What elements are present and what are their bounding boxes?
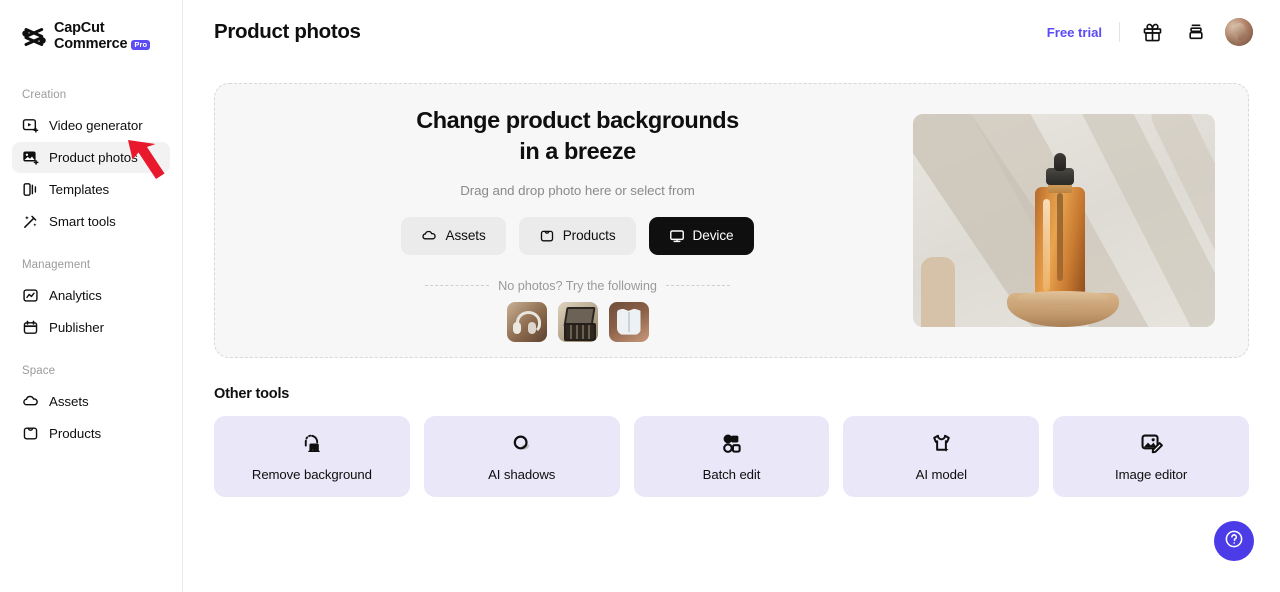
hero-heading: Change product backgrounds in a breeze xyxy=(416,107,739,164)
nav-group-label-management: Management xyxy=(22,259,91,272)
source-buttons: Assets Products Device xyxy=(401,216,754,255)
pro-badge: Pro xyxy=(131,40,151,51)
assets-source-button[interactable]: Assets xyxy=(401,216,506,255)
tool-label: AI model xyxy=(915,467,967,482)
dropzone-right xyxy=(913,114,1215,327)
other-tools-grid: Remove background AI shadows Batch edit … xyxy=(214,416,1249,497)
gift-icon[interactable] xyxy=(1137,17,1167,47)
sidebar-item-templates[interactable]: Templates xyxy=(12,174,170,205)
tool-ai-model[interactable]: AI model xyxy=(843,416,1040,497)
sidebar-item-label: Templates xyxy=(49,182,110,198)
nav-group-space: Space Assets Products xyxy=(0,365,182,449)
capcut-logo-icon xyxy=(22,26,47,48)
bag-icon xyxy=(539,228,555,244)
products-source-button[interactable]: Products xyxy=(518,216,636,255)
avatar[interactable] xyxy=(1225,18,1253,46)
upload-dropzone[interactable]: Change product backgrounds in a breeze D… xyxy=(214,83,1249,358)
tool-remove-background[interactable]: Remove background xyxy=(214,416,410,497)
source-button-label: Device xyxy=(692,228,734,244)
nav-group-label-space: Space xyxy=(22,365,56,378)
monitor-icon xyxy=(669,228,685,244)
templates-icon xyxy=(22,181,39,198)
remove-background-icon xyxy=(299,431,324,456)
image-editor-icon xyxy=(1139,431,1164,456)
analytics-icon xyxy=(22,287,39,304)
sidebar-item-assets[interactable]: Assets xyxy=(12,386,170,417)
publisher-icon xyxy=(22,319,39,336)
sidebar-item-label: Product photos xyxy=(49,150,138,166)
dash-right xyxy=(665,285,730,287)
source-button-label: Assets xyxy=(445,228,486,244)
sidebar-item-label: Analytics xyxy=(49,288,102,304)
headphones-sample[interactable] xyxy=(506,301,547,342)
ai-shadows-icon xyxy=(509,431,534,456)
topbar-divider xyxy=(1119,22,1120,42)
other-tools-title: Other tools xyxy=(214,386,290,402)
sidebar-item-label: Products xyxy=(49,426,102,442)
brand-line-2: Commerce xyxy=(54,35,128,52)
tool-image-editor[interactable]: Image editor xyxy=(1053,416,1249,497)
sidebar-item-label: Assets xyxy=(49,394,89,410)
ai-model-icon xyxy=(929,431,954,456)
sample-thumbnails xyxy=(506,301,649,342)
sidebar-item-label: Video generator xyxy=(49,118,143,134)
dropzone-left: Change product backgrounds in a breeze D… xyxy=(248,99,913,342)
amber-dropper-bottle-photo xyxy=(913,114,1215,327)
sidebar: CapCut Commerce Pro Creation Video gener… xyxy=(0,0,183,592)
topbar-actions: Free trial xyxy=(1047,17,1253,47)
batch-edit-icon xyxy=(719,431,744,456)
product-photos-icon xyxy=(22,149,39,166)
dash-left xyxy=(425,285,490,287)
brand-logo[interactable]: CapCut Commerce Pro xyxy=(0,0,182,52)
inbox-icon[interactable] xyxy=(1181,17,1211,47)
nav-group-creation: Creation Video generator Product photos … xyxy=(0,89,182,237)
makeup-palette-sample[interactable] xyxy=(557,301,598,342)
sidebar-nav: Creation Video generator Product photos … xyxy=(0,89,182,449)
cloud-icon xyxy=(421,228,437,244)
device-source-button[interactable]: Device xyxy=(648,216,754,255)
cloud-assets-icon xyxy=(22,393,39,410)
brand-line-1: CapCut xyxy=(54,20,105,36)
main-area: Product photos Free trial Change product… xyxy=(183,0,1280,592)
white-shirt-sample[interactable] xyxy=(608,301,649,342)
page-title: Product photos xyxy=(214,20,361,43)
smart-tools-icon xyxy=(22,213,39,230)
sidebar-item-products[interactable]: Products xyxy=(12,418,170,449)
tool-label: Image editor xyxy=(1115,467,1188,482)
sidebar-item-analytics[interactable]: Analytics xyxy=(12,280,170,311)
help-button[interactable] xyxy=(1214,521,1254,561)
help-question-icon xyxy=(1223,528,1245,555)
sidebar-item-video-generator[interactable]: Video generator xyxy=(12,110,170,141)
no-photos-label: No photos? Try the following xyxy=(498,278,657,293)
nav-group-label-creation: Creation xyxy=(22,89,67,102)
content: Change product backgrounds in a breeze D… xyxy=(183,64,1280,592)
source-button-label: Products xyxy=(562,228,616,244)
free-trial-link[interactable]: Free trial xyxy=(1047,25,1119,40)
no-photos-row: No photos? Try the following xyxy=(248,279,907,293)
nav-group-management: Management Analytics Publisher xyxy=(0,259,182,343)
sidebar-item-label: Smart tools xyxy=(49,214,116,230)
tool-batch-edit[interactable]: Batch edit xyxy=(633,416,830,497)
video-generator-icon xyxy=(22,117,39,134)
sidebar-item-smart-tools[interactable]: Smart tools xyxy=(12,206,170,237)
hero-subtitle: Drag and drop photo here or select from xyxy=(460,182,695,198)
products-bag-icon xyxy=(22,425,39,442)
sidebar-item-product-photos[interactable]: Product photos xyxy=(12,142,170,174)
sidebar-item-publisher[interactable]: Publisher xyxy=(12,312,170,343)
app-root: CapCut Commerce Pro Creation Video gener… xyxy=(0,0,1280,592)
tool-label: Batch edit xyxy=(702,467,761,482)
tool-label: Remove background xyxy=(251,467,372,482)
tool-label: AI shadows xyxy=(488,467,556,482)
topbar: Product photos Free trial xyxy=(183,0,1280,64)
tool-ai-shadows[interactable]: AI shadows xyxy=(423,416,620,497)
sidebar-item-label: Publisher xyxy=(49,320,104,336)
